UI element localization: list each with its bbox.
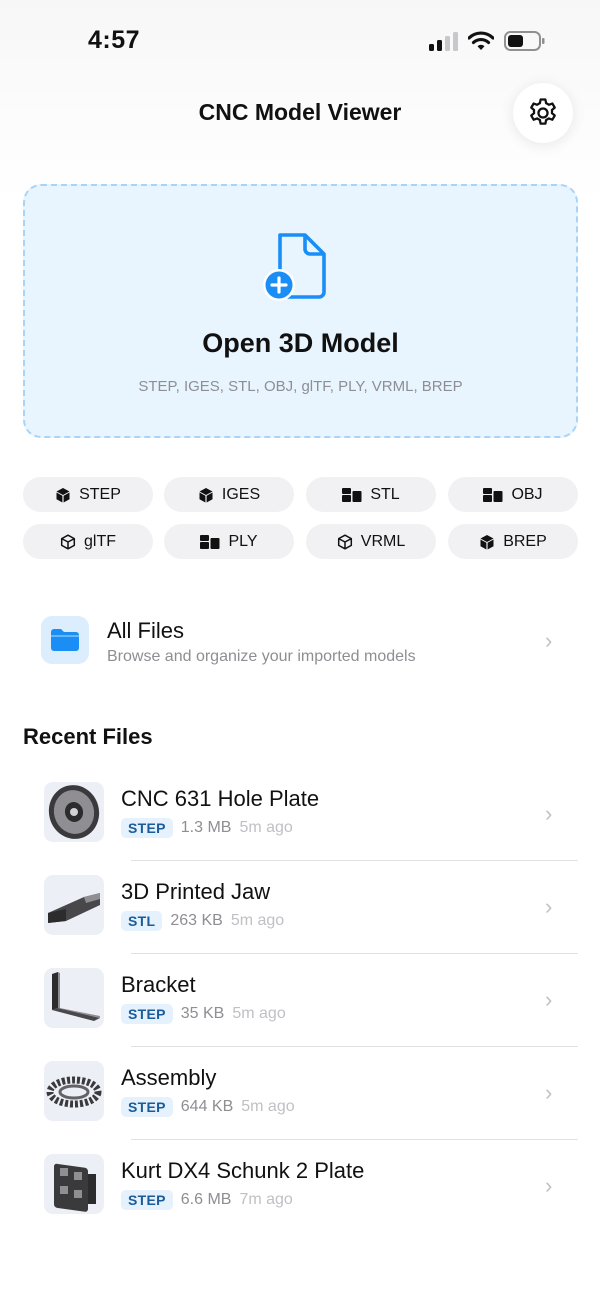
vise-plate-thumbnail-icon xyxy=(54,1163,96,1212)
file-meta: STEP 35 KB 5m ago xyxy=(121,1004,286,1024)
format-badge: STEP xyxy=(121,818,173,838)
recent-file-row[interactable]: Assembly STEP 644 KB 5m ago › xyxy=(23,1047,578,1140)
format-chip-brep[interactable]: BREP xyxy=(448,524,578,559)
format-chip-iges[interactable]: IGES xyxy=(164,477,294,512)
cube-solid-icon xyxy=(480,534,494,549)
chip-label: glTF xyxy=(84,532,116,550)
folder-icon-box xyxy=(41,616,89,664)
chevron-right-icon: › xyxy=(545,801,553,826)
gear-icon xyxy=(530,98,556,125)
wifi-icon xyxy=(468,31,494,50)
file-time: 5m ago xyxy=(230,912,285,929)
battery-icon xyxy=(504,31,545,51)
page-title: CNC Model Viewer xyxy=(198,99,402,125)
file-time: 5m ago xyxy=(241,1098,295,1115)
chip-label: STEP xyxy=(79,485,121,503)
cube-solid-icon xyxy=(199,487,213,502)
chip-label: STL xyxy=(370,485,400,503)
format-badge: STL xyxy=(121,911,163,931)
file-meta: STL 263 KB 5m ago xyxy=(121,911,284,931)
format-chip-obj[interactable]: OBJ xyxy=(448,477,578,512)
file-name: Assembly xyxy=(121,1065,217,1090)
bracket-thumbnail-icon xyxy=(52,972,100,1021)
format-badge: STEP xyxy=(121,1097,173,1117)
settings-button[interactable] xyxy=(513,83,573,143)
all-files-row[interactable]: All Files Browse and organize your impor… xyxy=(23,604,578,680)
cube-outline-icon xyxy=(60,533,76,550)
format-chip-stl[interactable]: STL xyxy=(306,477,436,512)
model-thumbnail xyxy=(44,1154,104,1214)
file-meta: STEP 644 KB 5m ago xyxy=(121,1097,295,1117)
open-3d-model-button[interactable]: Open 3D Model STEP, IGES, STL, OBJ, glTF… xyxy=(23,184,578,438)
file-name: Bracket xyxy=(121,972,196,997)
all-files-subtitle: Browse and organize your imported models xyxy=(107,648,416,665)
file-name: Kurt DX4 Schunk 2 Plate xyxy=(121,1158,365,1183)
recent-file-row[interactable]: 3D Printed Jaw STL 263 KB 5m ago › xyxy=(23,861,578,954)
file-size: 35 KB xyxy=(180,1005,225,1022)
status-bar: 4:57 xyxy=(0,0,600,86)
folder-icon xyxy=(51,629,79,651)
chevron-right-icon: › xyxy=(545,987,553,1012)
recent-files-heading: Recent Files xyxy=(23,724,153,749)
file-time: 7m ago xyxy=(239,1191,293,1208)
file-time: 5m ago xyxy=(232,1005,286,1022)
recent-file-row[interactable]: Bracket STEP 35 KB 5m ago › xyxy=(23,954,578,1047)
chevron-right-icon: › xyxy=(545,628,553,653)
blocks-icon xyxy=(200,534,220,549)
supported-formats-text: STEP, IGES, STL, OBJ, glTF, PLY, VRML, B… xyxy=(138,378,463,395)
file-size: 263 KB xyxy=(170,912,223,929)
chevron-right-icon: › xyxy=(545,1173,553,1198)
file-name: CNC 631 Hole Plate xyxy=(121,786,320,811)
status-icons xyxy=(429,30,546,52)
model-thumbnail xyxy=(44,968,104,1028)
chip-label: IGES xyxy=(221,485,261,503)
format-chip-ply[interactable]: PLY xyxy=(164,524,294,559)
chip-label: BREP xyxy=(503,532,547,550)
format-chip-vrml[interactable]: VRML xyxy=(306,524,436,559)
model-thumbnail xyxy=(44,1061,104,1121)
format-badge: STEP xyxy=(121,1190,173,1210)
file-size: 6.6 MB xyxy=(180,1191,232,1208)
recent-file-row[interactable]: Kurt DX4 Schunk 2 Plate STEP 6.6 MB 7m a… xyxy=(23,1140,578,1233)
file-meta: STEP 1.3 MB 5m ago xyxy=(121,818,293,838)
jaw-thumbnail-icon xyxy=(48,893,100,923)
chip-label: OBJ xyxy=(511,485,543,503)
chip-label: PLY xyxy=(228,532,258,550)
chevron-right-icon: › xyxy=(545,1080,553,1105)
file-meta: STEP 6.6 MB 7m ago xyxy=(121,1190,293,1210)
file-time: 5m ago xyxy=(239,819,293,836)
chip-label: VRML xyxy=(360,532,406,550)
all-files-title: All Files xyxy=(107,618,185,643)
model-thumbnail xyxy=(44,875,104,935)
status-time: 4:57 xyxy=(88,26,141,54)
chevron-right-icon: › xyxy=(545,894,553,919)
open-card-title: Open 3D Model xyxy=(202,328,399,358)
file-size: 644 KB xyxy=(180,1098,234,1115)
blocks-icon xyxy=(342,487,362,502)
add-document-icon xyxy=(263,233,326,301)
model-thumbnail xyxy=(44,782,104,842)
recent-file-row[interactable]: CNC 631 Hole Plate STEP 1.3 MB 5m ago › xyxy=(23,768,578,861)
screen: 4:57 CNC Model Viewer Open 3D Model STEP… xyxy=(0,0,600,1299)
cellular-signal-icon xyxy=(429,31,458,51)
format-chip-gltf[interactable]: glTF xyxy=(23,524,153,559)
format-chip-step[interactable]: STEP xyxy=(23,477,153,512)
format-badge: STEP xyxy=(121,1004,173,1024)
cube-outline-icon xyxy=(337,533,352,550)
hole-plate-thumbnail-icon xyxy=(48,785,100,839)
file-name: 3D Printed Jaw xyxy=(121,879,271,904)
assembly-thumbnail-icon xyxy=(46,1076,102,1108)
file-size: 1.3 MB xyxy=(180,819,232,836)
blocks-icon xyxy=(483,487,503,502)
cube-solid-icon xyxy=(56,487,70,502)
